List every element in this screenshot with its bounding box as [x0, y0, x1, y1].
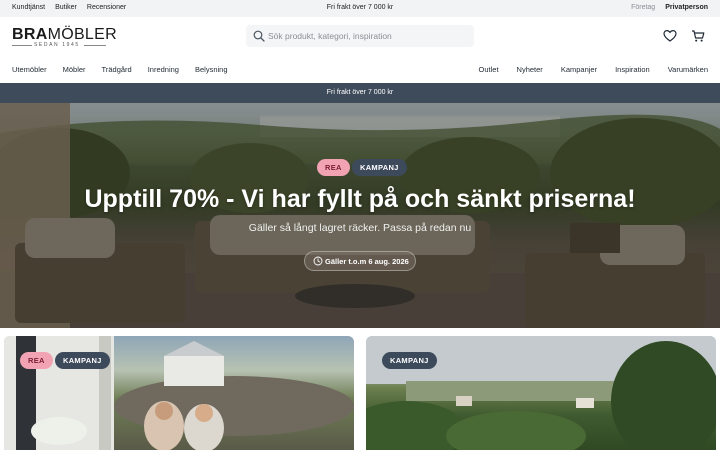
site-header: BRAMÖBLER SEDAN 1945 Sök produkt, katego…	[0, 17, 720, 55]
top-utility-bar: Kundtjänst Butiker Recensioner Fri frakt…	[0, 0, 720, 17]
logo-rule-left	[12, 45, 32, 46]
logo-bold-part: BRA	[12, 26, 48, 43]
main-nav: Utemöbler Möbler Trädgård Inredning Bely…	[0, 55, 720, 83]
nav-primary: Utemöbler Möbler Trädgård Inredning Bely…	[12, 65, 228, 74]
logo-rest-part: MÖBLER	[47, 26, 117, 43]
clock-icon	[313, 256, 323, 266]
nav-mobler[interactable]: Möbler	[63, 65, 86, 74]
card-badge-rea: REA	[20, 352, 53, 369]
customer-segment-switch: Företag Privatperson	[631, 4, 708, 11]
nav-varumarken[interactable]: Varumärken	[668, 65, 708, 74]
badge-kampanj: KAMPANJ	[352, 159, 407, 176]
logo-since: SEDAN 1945	[34, 42, 80, 48]
card-badge-kampanj: KAMPANJ	[382, 352, 437, 369]
hero-banner[interactable]: REA KAMPANJ Upptill 70% - Vi har fyllt p…	[0, 103, 720, 328]
nav-outlet[interactable]: Outlet	[479, 65, 499, 74]
search-icon	[253, 30, 265, 42]
nav-tradgard[interactable]: Trädgård	[102, 65, 132, 74]
segment-privatperson[interactable]: Privatperson	[665, 4, 708, 11]
free-shipping-note: Fri frakt över 7 000 kr	[326, 4, 394, 11]
promo-card[interactable]: REA KAMPANJ	[4, 336, 354, 450]
logo-rule-right	[84, 45, 106, 46]
search-input[interactable]: Sök produkt, kategori, inspiration	[246, 25, 474, 47]
nav-inredning[interactable]: Inredning	[148, 65, 179, 74]
nav-utemobler[interactable]: Utemöbler	[12, 65, 47, 74]
shipping-banner: Fri frakt över 7 000 kr	[0, 83, 720, 103]
segment-foretag[interactable]: Företag	[631, 4, 655, 11]
promo-card-image	[4, 336, 354, 450]
badge-rea: REA	[317, 159, 350, 176]
hero-subtitle: Gäller så långt lagret räcker. Passa på …	[248, 222, 472, 234]
nav-belysning[interactable]: Belysning	[195, 65, 228, 74]
nav-kampanjer[interactable]: Kampanjer	[561, 65, 597, 74]
promo-card[interactable]: KAMPANJ	[366, 336, 716, 450]
hero-title: Upptill 70% - Vi har fyllt på och sänkt …	[84, 185, 636, 213]
cart-icon[interactable]	[691, 29, 705, 43]
hero-overlay	[0, 103, 720, 328]
card-badge-kampanj: KAMPANJ	[55, 352, 110, 369]
logo[interactable]: BRAMÖBLER SEDAN 1945	[12, 26, 117, 48]
validity-text: Gäller t.o.m 6 aug. 2026	[325, 257, 409, 266]
nav-inspiration[interactable]: Inspiration	[615, 65, 650, 74]
nav-secondary: Outlet Nyheter Kampanjer Inspiration Var…	[479, 65, 708, 74]
nav-nyheter[interactable]: Nyheter	[517, 65, 543, 74]
validity-pill: Gäller t.o.m 6 aug. 2026	[304, 251, 416, 271]
search-placeholder: Sök produkt, kategori, inspiration	[268, 31, 392, 41]
heart-icon[interactable]	[663, 29, 677, 43]
